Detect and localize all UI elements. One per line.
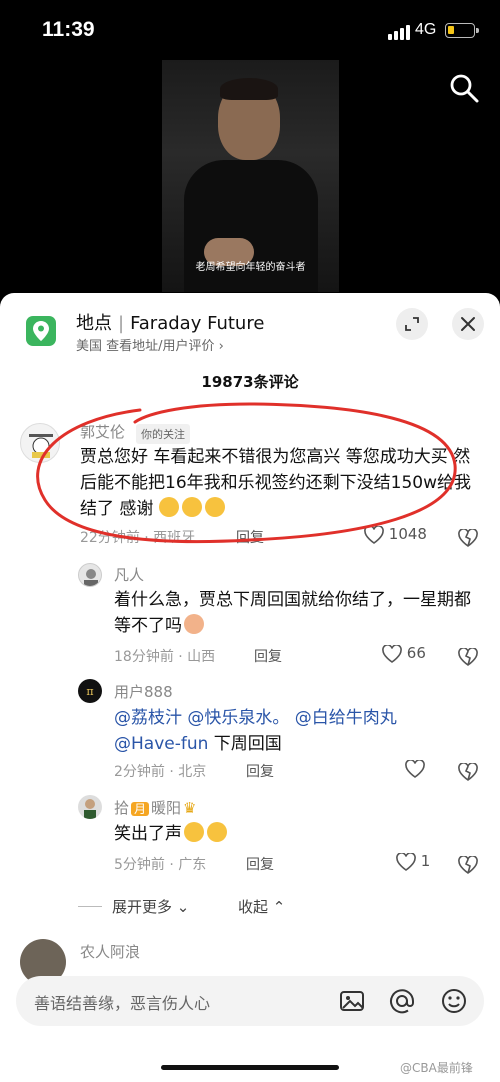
battery-icon <box>445 23 479 38</box>
emoji-icon <box>207 822 227 842</box>
heart-icon <box>364 524 384 544</box>
video-player[interactable]: 老周希望向年轻的奋斗者 <box>162 60 339 292</box>
comment-meta: 22分钟前 · 西班牙 <box>80 530 196 546</box>
comment-body: 下周回国 <box>208 734 282 754</box>
location-pin-icon <box>26 316 56 346</box>
emoji-icon <box>204 497 225 517</box>
comment-meta: 5分钟前 · 广东 <box>114 857 207 873</box>
comment-author[interactable]: 拾月暖阳 ♛ <box>114 797 197 818</box>
avatar[interactable] <box>78 563 102 587</box>
like-count: 1048 <box>388 525 427 543</box>
reply-button[interactable]: 回复 <box>246 854 274 874</box>
person-hair <box>220 78 278 100</box>
heart-icon <box>382 643 402 663</box>
comment-author[interactable]: 用户888 <box>114 681 173 702</box>
expand-more-button[interactable]: 展开更多 ⌄ <box>112 896 189 917</box>
heart-icon <box>405 758 425 778</box>
location-divider: | <box>118 313 125 334</box>
comment-meta: 18分钟前 · 山西 <box>114 649 216 665</box>
emoji-icon <box>181 497 202 517</box>
location-subtitle[interactable]: 美国 查看地址/用户评价 › <box>76 335 224 354</box>
broken-heart-icon <box>458 646 478 666</box>
watermark: @CBA最前锋 <box>400 1061 473 1075</box>
mention-icon[interactable] <box>388 987 416 1015</box>
mention-link[interactable]: @Have-fun <box>114 734 208 754</box>
emoji-icon <box>158 497 179 517</box>
expand-more-label: 展开更多 <box>112 898 173 916</box>
author-badge: 月 <box>131 802 150 816</box>
chevron-up-icon: ⌃ <box>268 898 286 916</box>
author-name-part: 拾 <box>114 799 130 817</box>
reply-button[interactable]: 回复 <box>246 761 274 781</box>
collapse-label: 收起 <box>238 898 269 916</box>
like-button[interactable]: 1048 <box>364 524 427 544</box>
like-count: 66 <box>406 644 426 662</box>
mention-links[interactable]: @荔枝汁 @快乐泉水。 @白给牛肉丸 <box>114 708 397 728</box>
dislike-button[interactable] <box>458 761 478 781</box>
status-time: 11:39 <box>42 18 95 41</box>
dislike-button[interactable] <box>458 646 478 666</box>
comment-author[interactable]: 郭艾伦 <box>80 421 125 442</box>
network-type: 4G <box>415 21 437 38</box>
comment-text: 着什么急，贾总下周回国就给你结了，一星期都等不了吗 <box>114 587 474 639</box>
follow-tag: 你的关注 <box>136 424 190 444</box>
like-count: 1 <box>420 852 431 870</box>
emoji-icon <box>184 614 204 634</box>
like-button[interactable] <box>405 758 425 778</box>
author-name-part: 暖阳 <box>151 799 182 817</box>
emoji-picker-icon[interactable] <box>440 987 468 1015</box>
like-button[interactable]: 66 <box>382 643 426 663</box>
search-icon[interactable] <box>448 72 480 104</box>
avatar[interactable]: π <box>78 679 102 703</box>
comment-text: 贾总您好 车看起来不错很为您高兴 等您成功大买 然后能不能把16年我和乐视签约还… <box>80 444 480 522</box>
comment-body: 着什么急，贾总下周回国就给你结了，一星期都等不了吗 <box>114 590 471 636</box>
comment-body: 笑出了声 <box>114 824 182 844</box>
comment-author[interactable]: 农人阿浪 <box>80 941 140 962</box>
video-subtitle: 老周希望向年轻的奋斗者 <box>195 262 306 273</box>
expand-icon <box>405 317 419 331</box>
location-name: Faraday Future <box>130 313 265 334</box>
like-button[interactable]: 1 <box>396 851 431 871</box>
location-title[interactable]: 地点 | Faraday Future <box>76 309 264 335</box>
location-label: 地点 <box>76 313 112 334</box>
home-indicator <box>161 1065 339 1070</box>
close-button[interactable] <box>452 308 484 340</box>
dislike-button[interactable] <box>458 854 478 874</box>
broken-heart-icon <box>458 761 478 781</box>
status-bar: 11:39 4G <box>0 0 500 56</box>
comment-sheet: 地点 | Faraday Future 美国 查看地址/用户评价 › 19873条评… <box>0 293 500 1082</box>
chevron-down-icon: ⌄ <box>172 898 190 916</box>
comment-text: 笑出了声 <box>114 821 474 847</box>
comment-meta: 2分钟前 · 北京 <box>114 764 207 780</box>
emoji-icon <box>184 822 204 842</box>
input-placeholder: 善语结善缘，恶言伤人心 <box>34 994 211 1013</box>
expand-button[interactable] <box>396 308 428 340</box>
crown-icon: ♛ <box>183 799 197 817</box>
comment-author[interactable]: 凡人 <box>114 564 144 585</box>
broken-heart-icon <box>458 854 478 874</box>
broken-heart-icon <box>458 527 478 547</box>
comment-text: @荔枝汁 @快乐泉水。 @白给牛肉丸 @Have-fun 下周回国 <box>114 705 474 757</box>
heart-icon <box>396 851 416 871</box>
avatar[interactable] <box>78 795 102 819</box>
comment-body: 贾总您好 车看起来不错很为您高兴 等您成功大买 然后能不能把16年我和乐视签约还… <box>80 447 471 519</box>
divider-line <box>78 906 102 907</box>
reply-button[interactable]: 回复 <box>254 646 282 666</box>
reply-button[interactable]: 回复 <box>236 527 264 547</box>
comment-input[interactable]: 善语结善缘，恶言伤人心 <box>16 976 484 1026</box>
collapse-button[interactable]: 收起 ⌃ <box>238 896 285 917</box>
dislike-button[interactable] <box>458 527 478 547</box>
comment-count: 19873条评论 <box>201 373 299 391</box>
close-icon <box>461 317 475 331</box>
svg-text:π: π <box>86 685 93 698</box>
image-icon[interactable] <box>338 987 366 1015</box>
avatar[interactable] <box>20 423 60 463</box>
signal-icon <box>388 24 410 40</box>
